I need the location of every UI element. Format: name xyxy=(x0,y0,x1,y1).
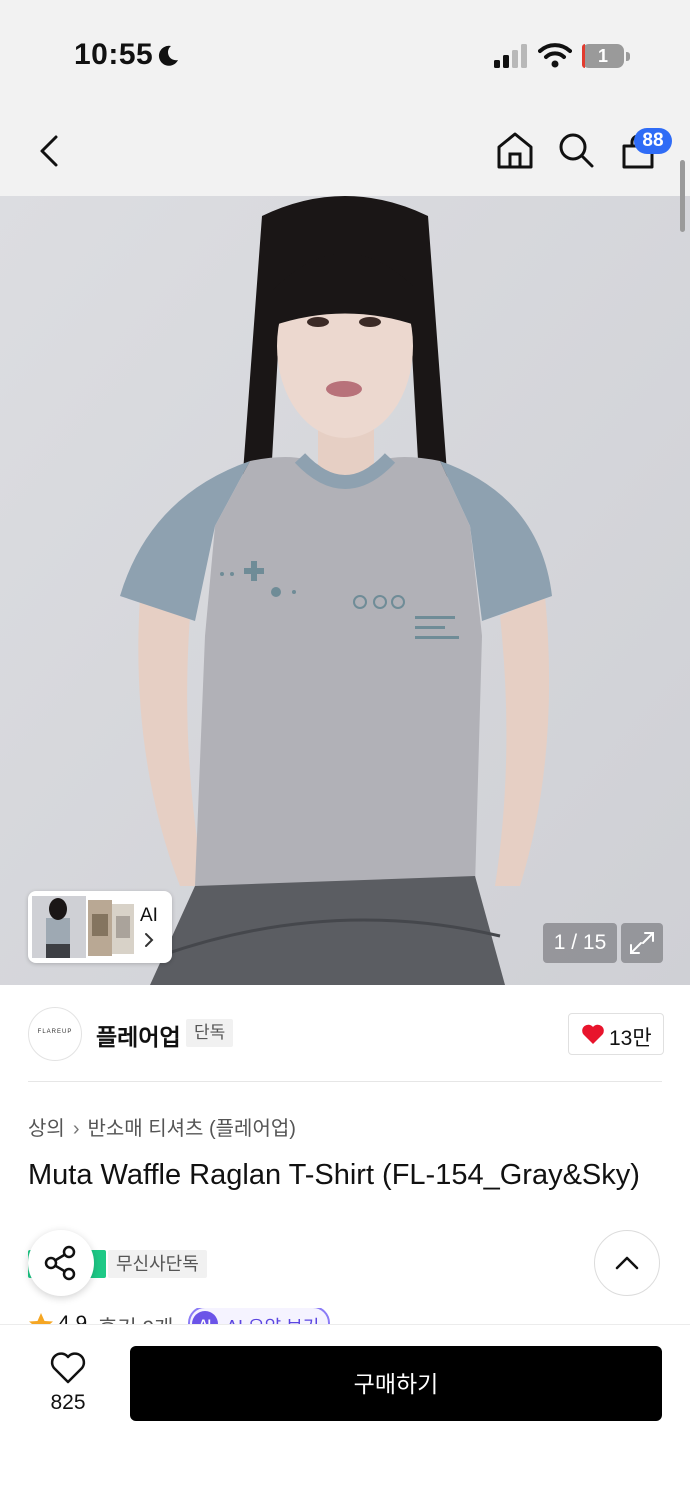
breadcrumb-subcategory[interactable]: 반소매 티셔츠 (플레어업) xyxy=(87,1118,295,1140)
back-icon[interactable] xyxy=(38,134,60,168)
expand-icon xyxy=(630,932,654,954)
heart-filled-icon xyxy=(582,1024,604,1044)
image-counter: 1 / 15 xyxy=(543,923,617,963)
ai-label: AI xyxy=(140,905,158,926)
scroll-top-button[interactable] xyxy=(594,1230,660,1296)
status-time: 10:55 xyxy=(74,38,154,71)
share-icon xyxy=(44,1245,76,1281)
brand-row: FLAREUP 플레어업 단독 13만 xyxy=(0,985,690,1081)
battery-icon: 1 xyxy=(582,44,630,68)
ai-style-thumbnail[interactable]: AI xyxy=(28,891,172,963)
wishlist-count: 825 xyxy=(50,1391,86,1414)
share-button[interactable] xyxy=(28,1230,94,1296)
brand-logo[interactable]: FLAREUP xyxy=(28,1007,82,1061)
breadcrumb-category[interactable]: 상의 xyxy=(28,1118,65,1140)
breadcrumb: 상의 › 반소매 티셔츠 (플레어업) xyxy=(28,1112,296,1141)
model-photo xyxy=(0,196,690,985)
chevron-right-icon xyxy=(145,933,154,947)
heart-outline-icon xyxy=(50,1352,86,1384)
chevron-right-icon: › xyxy=(72,1118,80,1140)
bottom-action-bar: 825 구매하기 xyxy=(0,1324,690,1501)
battery-level: 1 xyxy=(582,44,624,68)
status-bar: 10:55 1 xyxy=(0,0,690,100)
brand-name[interactable]: 플레어업 xyxy=(96,1018,181,1052)
home-icon[interactable] xyxy=(495,130,535,170)
expand-button[interactable] xyxy=(621,923,663,963)
cellular-signal-icon xyxy=(494,44,527,68)
divider xyxy=(28,1081,662,1082)
scroll-indicator xyxy=(680,160,685,232)
product-title: Muta Waffle Raglan T-Shirt (FL-154_Gray&… xyxy=(28,1159,640,1191)
exclusive-badge: 무신사단독 xyxy=(108,1250,207,1278)
thumbnail-images xyxy=(32,896,134,958)
buy-button[interactable]: 구매하기 xyxy=(130,1346,662,1421)
brand-like-count: 13만 xyxy=(609,1027,652,1050)
cart-count-badge: 88 xyxy=(634,128,672,154)
wishlist-button[interactable]: 825 xyxy=(28,1351,108,1431)
brand-like-button[interactable]: 13만 xyxy=(568,1013,664,1055)
moon-icon xyxy=(158,45,178,66)
brand-exclusive-tag: 단독 xyxy=(186,1019,234,1047)
product-image[interactable] xyxy=(0,196,690,985)
search-icon[interactable] xyxy=(557,131,595,169)
wifi-icon xyxy=(538,43,572,68)
chevron-up-icon xyxy=(615,1256,639,1270)
